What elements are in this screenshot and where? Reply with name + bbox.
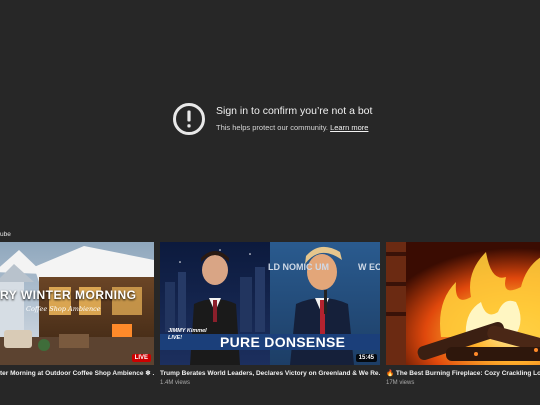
learn-more-link[interactable]: Learn more <box>330 123 368 132</box>
kimmel-logo: JIMMY Kimmel LIVE! <box>168 328 207 341</box>
error-text-block: Sign in to confirm you’re not a bot This… <box>216 105 372 133</box>
video-thumbnail[interactable]: LD NOMIC UM W EC FOR PURE DONSENSE JIMMY… <box>160 242 380 365</box>
error-title: Sign in to confirm you’re not a bot <box>216 105 373 117</box>
video-views: 17M views <box>386 380 415 386</box>
duration-badge: 15:45 <box>355 354 377 362</box>
video-card-kimmel[interactable]: LD NOMIC UM W EC FOR PURE DONSENSE JIMMY… <box>160 242 380 387</box>
fireplace-thumbnail-image <box>386 242 540 365</box>
live-badge: LIVE <box>131 354 151 362</box>
error-subtitle: This helps protect our community. Learn … <box>216 123 372 133</box>
related-videos-shelf: RY WINTER MORNING Coffee Shop Ambience L… <box>0 242 540 405</box>
video-title[interactable]: 🔥 The Best Burning Fireplace: Cozy Crack… <box>386 369 540 378</box>
thumbnail-title-text: RY WINTER MORNING <box>0 288 137 302</box>
video-title[interactable]: ter Morning at Outdoor Coffee Shop Ambie… <box>0 369 154 378</box>
thumbnail-subtitle-text: Coffee Shop Ambience <box>26 305 101 313</box>
video-title[interactable]: Trump Berates World Leaders, Declares Vi… <box>160 369 380 378</box>
winter-cafe-thumbnail-image <box>0 242 154 365</box>
video-card-fireplace[interactable]: 🔥 The Best Burning Fireplace: Cozy Crack… <box>386 242 540 387</box>
sign-in-error-message: Sign in to confirm you’re not a bot This… <box>172 102 372 136</box>
video-thumbnail[interactable]: RY WINTER MORNING Coffee Shop Ambience L… <box>0 242 154 365</box>
video-views: 1.4M views <box>160 380 191 386</box>
video-player: Sign in to confirm you’re not a bot This… <box>0 0 540 405</box>
alert-circle-icon <box>173 103 205 135</box>
thumbnail-headline: PURE DONSENSE <box>220 334 346 350</box>
channel-label: ube <box>0 231 11 238</box>
video-card-winter-morning[interactable]: RY WINTER MORNING Coffee Shop Ambience L… <box>0 242 154 378</box>
wef-backdrop-text-left: LD NOMIC UM <box>268 262 329 272</box>
video-thumbnail[interactable] <box>386 242 540 365</box>
error-subtitle-text: This helps protect our community. <box>216 123 328 132</box>
wef-backdrop-text-right: W EC FOR <box>358 262 380 272</box>
